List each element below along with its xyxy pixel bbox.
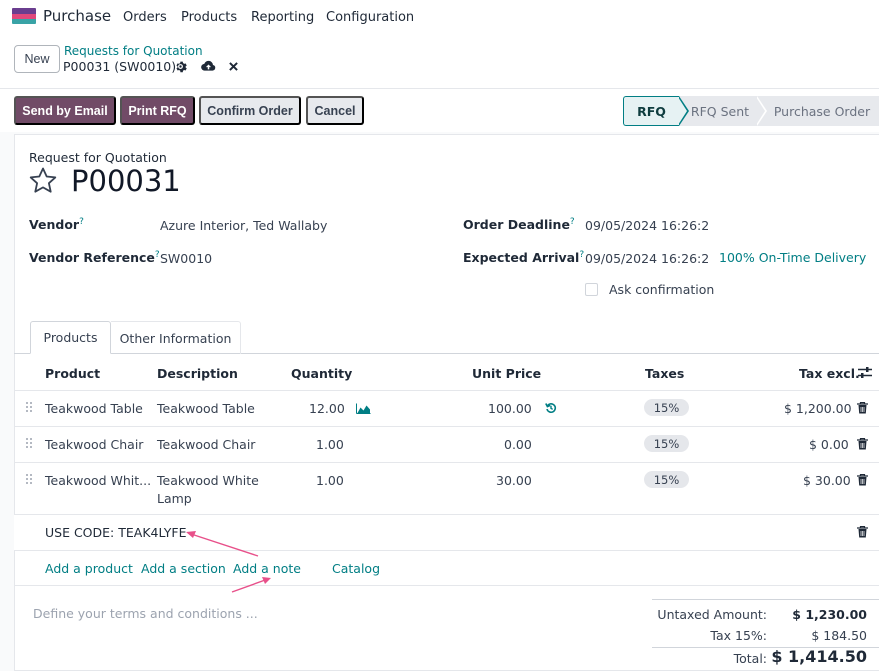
trash-icon[interactable] bbox=[857, 526, 868, 538]
document-name: P00031 bbox=[71, 164, 181, 198]
send-by-email-button[interactable]: Send by Email bbox=[14, 96, 116, 125]
column-unit-price[interactable]: Unit Price bbox=[472, 366, 541, 381]
purchase-app-icon[interactable] bbox=[12, 8, 36, 24]
form-sheet bbox=[14, 134, 879, 671]
status-purchase-order[interactable]: Purchase Order bbox=[769, 96, 875, 126]
order-deadline-field[interactable]: 09/05/2024 16:26:23 bbox=[585, 218, 709, 233]
row-description[interactable]: Teakwood Table bbox=[157, 401, 255, 416]
total-label: Total: bbox=[733, 651, 767, 666]
ask-confirmation-label: Ask confirmation bbox=[609, 282, 715, 297]
tab-products[interactable]: Products bbox=[30, 321, 111, 354]
menu-reporting[interactable]: Reporting bbox=[251, 10, 314, 25]
row-description-line2[interactable]: Lamp bbox=[157, 491, 192, 506]
status-separator-inner bbox=[756, 97, 765, 125]
add-note-link[interactable]: Add a note bbox=[233, 561, 301, 576]
breadcrumb-parent[interactable]: Requests for Quotation bbox=[64, 44, 203, 58]
vendor-reference-label: Vendor Reference? bbox=[29, 250, 160, 266]
vendor-label: Vendor? bbox=[29, 217, 84, 233]
row-divider bbox=[14, 585, 879, 586]
status-rfq-sent[interactable]: RFQ Sent bbox=[689, 96, 751, 126]
row-quantity[interactable]: 1.00 bbox=[316, 473, 344, 488]
status-rfq[interactable]: RFQ bbox=[623, 96, 679, 126]
row-description[interactable]: Teakwood Chair bbox=[157, 437, 255, 452]
row-subtotal: $ 1,200.00 bbox=[784, 401, 852, 416]
menu-orders[interactable]: Orders bbox=[123, 10, 167, 25]
totals-divider bbox=[652, 599, 879, 600]
terms-input[interactable]: Define your terms and conditions ... bbox=[33, 606, 258, 621]
confirm-order-button[interactable]: Confirm Order bbox=[199, 96, 301, 125]
row-divider bbox=[14, 462, 879, 463]
new-button[interactable]: New bbox=[14, 45, 60, 73]
column-product[interactable]: Product bbox=[45, 366, 100, 381]
column-taxes[interactable]: Taxes bbox=[645, 366, 684, 381]
add-section-link[interactable]: Add a section bbox=[141, 561, 226, 576]
gear-icon[interactable] bbox=[174, 60, 187, 73]
app-name[interactable]: Purchase bbox=[43, 7, 111, 25]
row-product[interactable]: Teakwood Chair bbox=[45, 437, 143, 452]
row-subtotal: $ 30.00 bbox=[803, 473, 851, 488]
vendor-reference-field[interactable]: SW0010 bbox=[160, 251, 212, 266]
cancel-button[interactable]: Cancel bbox=[306, 96, 364, 125]
row-unit-price[interactable]: 0.00 bbox=[504, 437, 532, 452]
optional-columns-icon[interactable] bbox=[858, 366, 872, 379]
row-product[interactable]: Teakwood Whit... bbox=[45, 473, 151, 488]
tax-badge[interactable]: 15% bbox=[644, 435, 689, 452]
tax-amount-label: Tax 15%: bbox=[710, 628, 767, 643]
tax-amount-value: $ 184.50 bbox=[811, 628, 867, 643]
price-history-icon[interactable] bbox=[545, 402, 557, 414]
menu-products[interactable]: Products bbox=[181, 10, 237, 25]
control-panel-divider bbox=[0, 88, 879, 89]
cloud-upload-icon[interactable] bbox=[201, 60, 216, 72]
tab-other-information[interactable]: Other Information bbox=[111, 321, 241, 354]
expected-arrival-label: Expected Arrival? bbox=[463, 250, 585, 266]
row-divider bbox=[14, 550, 879, 551]
forecast-chart-icon[interactable] bbox=[356, 403, 371, 414]
tax-badge[interactable]: 15% bbox=[644, 471, 689, 488]
drag-handle-icon[interactable] bbox=[26, 474, 34, 486]
ask-confirmation-checkbox[interactable] bbox=[585, 283, 598, 296]
column-tax-excl[interactable]: Tax excl. bbox=[799, 366, 860, 381]
on-time-delivery-stat[interactable]: 100% On-Time Delivery bbox=[719, 250, 866, 265]
row-subtotal: $ 0.00 bbox=[809, 437, 849, 452]
row-unit-price[interactable]: 100.00 bbox=[488, 401, 532, 416]
expected-arrival-field[interactable]: 09/05/2024 16:26:23 bbox=[585, 251, 709, 266]
trash-icon[interactable] bbox=[857, 402, 868, 414]
top-navbar: Purchase Orders Products Reporting Confi… bbox=[0, 0, 879, 36]
close-icon[interactable] bbox=[229, 62, 238, 71]
breadcrumb-current: P00031 (SW0010) bbox=[63, 59, 177, 74]
order-deadline-label: Order Deadline? bbox=[463, 217, 575, 233]
row-unit-price[interactable]: 30.00 bbox=[496, 473, 532, 488]
column-description[interactable]: Description bbox=[157, 366, 238, 381]
document-type-label: Request for Quotation bbox=[29, 150, 167, 165]
add-product-link[interactable]: Add a product bbox=[45, 561, 133, 576]
menu-configuration[interactable]: Configuration bbox=[326, 10, 414, 25]
tax-badge[interactable]: 15% bbox=[644, 399, 689, 416]
row-quantity[interactable]: 1.00 bbox=[316, 437, 344, 452]
drag-handle-icon[interactable] bbox=[26, 438, 34, 450]
untaxed-amount-label: Untaxed Amount: bbox=[657, 607, 767, 622]
row-quantity[interactable]: 12.00 bbox=[309, 401, 345, 416]
trash-icon[interactable] bbox=[857, 438, 868, 450]
status-arrow-inner bbox=[678, 97, 687, 125]
untaxed-amount-value: $ 1,230.00 bbox=[792, 607, 867, 622]
row-divider bbox=[14, 426, 879, 427]
note-text[interactable]: USE CODE: TEAK4LYFE bbox=[45, 525, 187, 540]
catalog-link[interactable]: Catalog bbox=[332, 561, 380, 576]
column-quantity[interactable]: Quantity bbox=[291, 366, 352, 381]
row-divider bbox=[14, 390, 879, 391]
print-rfq-button[interactable]: Print RFQ bbox=[120, 96, 195, 125]
drag-handle-icon[interactable] bbox=[26, 402, 34, 414]
star-icon[interactable] bbox=[28, 166, 58, 196]
row-description[interactable]: Teakwood White bbox=[157, 473, 259, 488]
trash-icon[interactable] bbox=[857, 474, 868, 486]
vendor-field[interactable]: Azure Interior, Ted Wallaby bbox=[160, 218, 327, 233]
row-product[interactable]: Teakwood Table bbox=[45, 401, 143, 416]
total-value: $ 1,414.50 bbox=[771, 647, 867, 666]
